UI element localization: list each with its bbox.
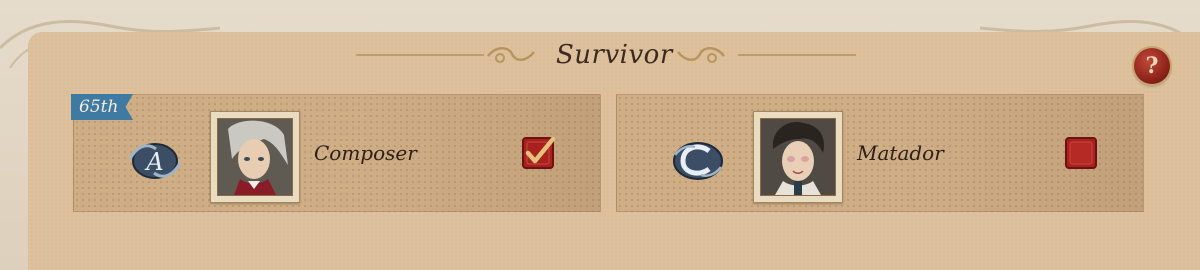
composer-avatar: [217, 118, 293, 196]
emblem-letter: A: [144, 148, 163, 176]
title-divider-right: [738, 54, 856, 56]
matador-portrait: [753, 111, 843, 203]
checkmark-icon[interactable]: [520, 135, 556, 171]
title-divider-left: [356, 54, 484, 56]
matador-avatar: [760, 118, 836, 196]
composer-portrait: [210, 111, 300, 203]
title-banner: Survivor: [356, 38, 856, 74]
checkbox-icon[interactable]: [1063, 135, 1099, 171]
letter-a-emblem-icon: A: [128, 143, 182, 179]
swirl-ornament-icon: [487, 47, 535, 63]
page-title: Survivor: [556, 40, 673, 70]
letter-c-emblem-icon: C: [673, 142, 723, 180]
character-name: Composer: [314, 141, 417, 165]
character-name: Matador: [857, 141, 944, 165]
rank-badge: 65th: [71, 94, 133, 120]
character-card-composer[interactable]: 65th A Composer: [71, 94, 601, 212]
character-card-matador[interactable]: C Matador: [616, 94, 1144, 212]
swirl-ornament-icon: [677, 47, 725, 63]
help-button[interactable]: ?: [1134, 48, 1170, 84]
question-mark-icon: ?: [1145, 53, 1159, 79]
